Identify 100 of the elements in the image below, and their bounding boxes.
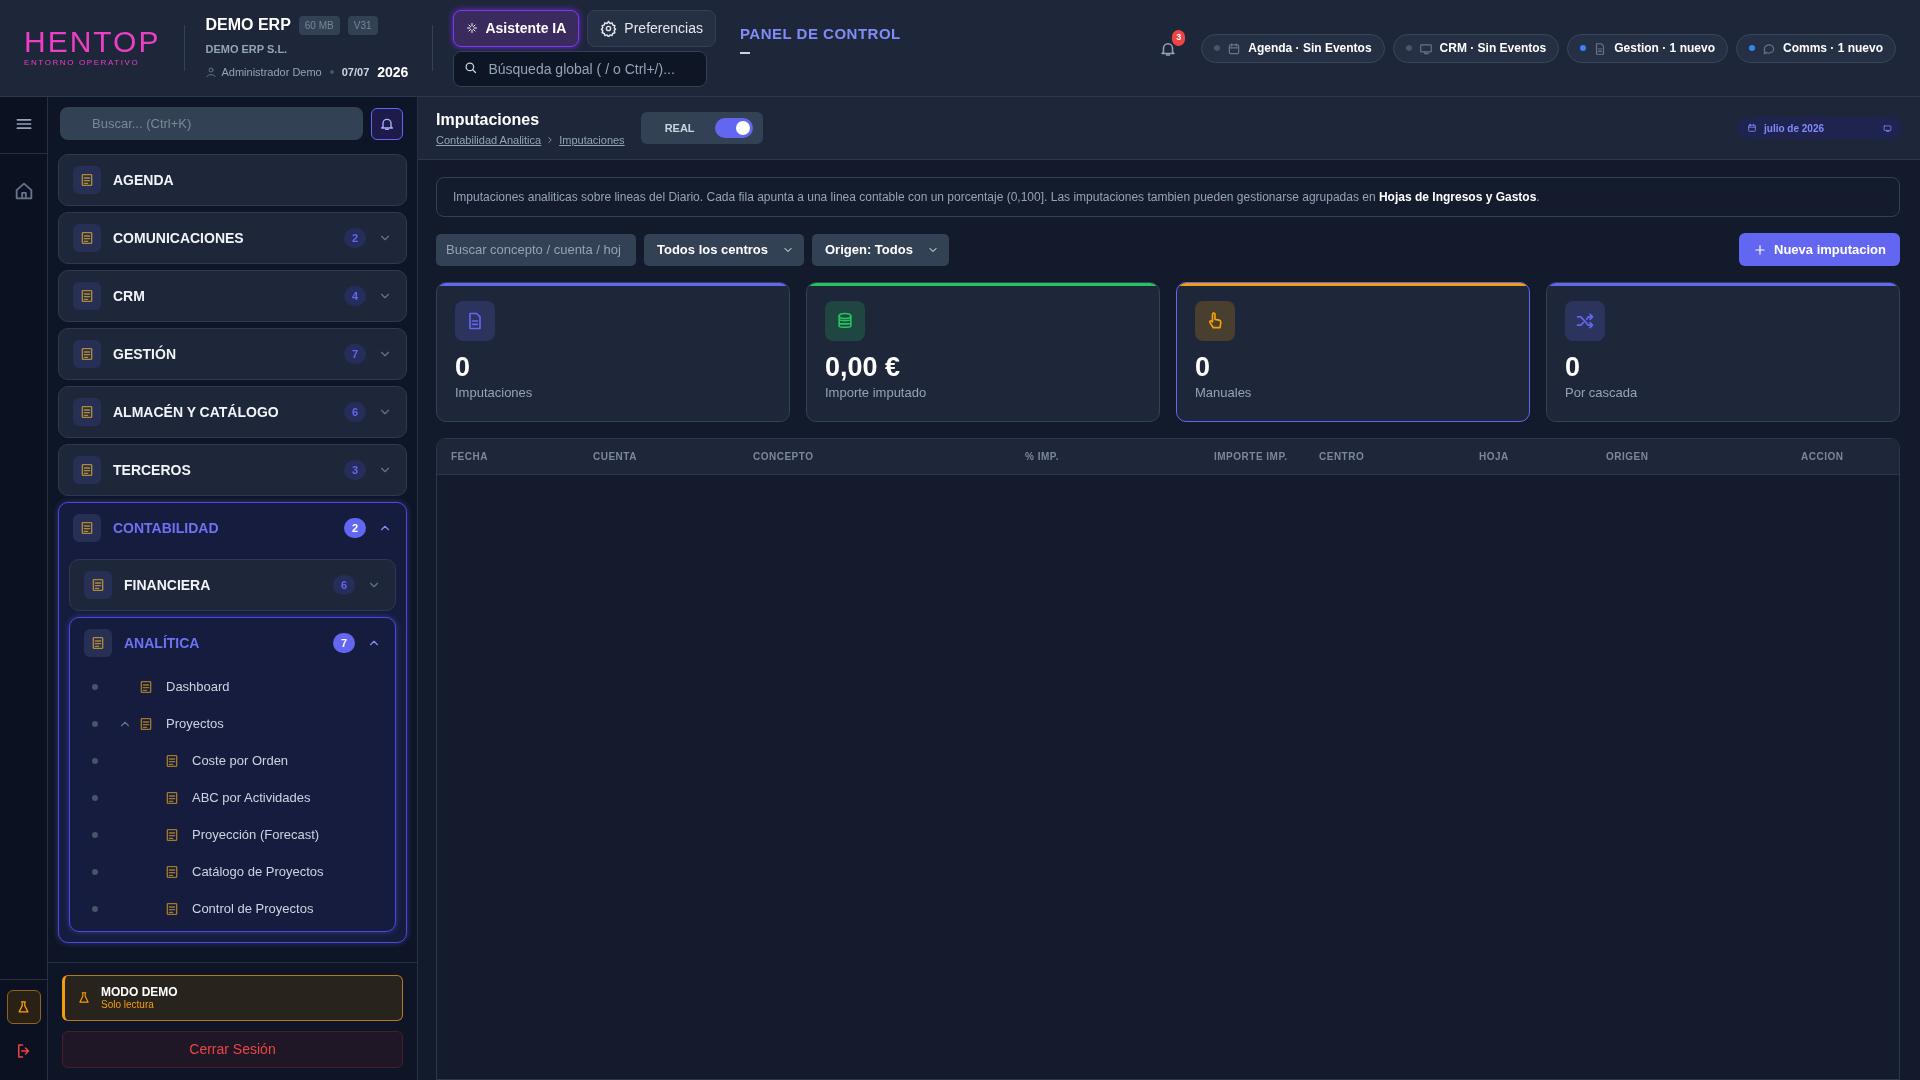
sidebar-link[interactable]: Catálogo de Proyectos: [70, 853, 395, 890]
logo: HENTOP ENTORNO OPERATIVO: [24, 27, 161, 69]
sidebar-section[interactable]: GESTIÓN 7: [59, 329, 406, 379]
module-icon: [79, 230, 95, 246]
status-label: Agenda · Sin Eventos: [1248, 40, 1372, 57]
alerts-button[interactable]: [371, 107, 403, 140]
column-header[interactable]: HOJA: [1479, 449, 1606, 464]
filter-select[interactable]: Origen: Todos: [812, 233, 949, 266]
sidebar-section[interactable]: ANALÍTICA 7: [70, 618, 395, 668]
column-header[interactable]: CUENTA: [593, 449, 753, 464]
status-pill[interactable]: Agenda · Sin Eventos: [1201, 33, 1385, 63]
date-text: 07/07: [341, 65, 370, 80]
sidebar-link[interactable]: Proyección (Forecast): [70, 816, 395, 853]
sidebar-search-field[interactable]: Buscar... (Ctrl+K): [60, 107, 363, 140]
mode-toggle[interactable]: REAL: [640, 112, 763, 144]
coins-icon: [835, 311, 855, 331]
separator-dot: [329, 70, 334, 75]
column-header[interactable]: FECHA: [451, 449, 593, 464]
sidebar-link[interactable]: ABC por Actividades: [70, 779, 395, 816]
module-icon: [79, 288, 95, 304]
info-message: Imputaciones analiticas sobre lineas del Diario. Cada fila apunta a una linea contable con un porcentaje (0,100]. Las imputaciones tambien pueden gestionarse agrupadas en Hojas de Ingresos y Gastos.: [436, 177, 1900, 217]
stat-value: 0: [1195, 351, 1212, 384]
demo-mode-button[interactable]: [6, 990, 41, 1024]
assistant-button[interactable]: Asistente IA: [453, 9, 580, 47]
section-label: AGENDA: [113, 170, 175, 190]
count-badge: 7: [333, 633, 355, 653]
module-icon: [164, 790, 180, 807]
count-badge: 6: [333, 575, 355, 595]
section-label: COMUNICACIONES: [113, 228, 245, 248]
link-label: Proyectos: [166, 714, 224, 733]
sidebar-section[interactable]: FINANCIERA 6: [70, 560, 395, 610]
sparkle-icon: [466, 22, 479, 34]
calendar-icon: [1227, 41, 1242, 56]
column-header[interactable]: IMPORTE IMP.: [1214, 449, 1319, 464]
sidebar-link[interactable]: Dashboard: [70, 668, 395, 705]
status-pill[interactable]: Comms · 1 nuevo: [1735, 33, 1896, 63]
column-header[interactable]: CONCEPTO: [753, 449, 1025, 464]
sidebar-link[interactable]: Coste por Orden: [70, 742, 395, 779]
panel-link[interactable]: PANEL DE CONTROL: [739, 25, 901, 42]
flask-icon: [16, 999, 31, 1015]
module-icon: [138, 716, 154, 733]
status-pill[interactable]: Gestion · 1 nuevo: [1567, 33, 1728, 63]
shuffle-icon: [1575, 311, 1595, 331]
module-icon: [164, 753, 180, 770]
count-badge: 3: [344, 460, 366, 480]
user-name: Administrador Demo: [221, 65, 322, 80]
section-label: ANALÍTICA: [124, 633, 201, 653]
info-badge: 60 MB: [298, 15, 340, 35]
status-pill[interactable]: CRM · Sin Eventos: [1392, 33, 1560, 63]
module-icon: [79, 462, 95, 478]
sidebar-section[interactable]: CRM 4: [59, 271, 406, 321]
global-search-field[interactable]: Búsqueda global ( / o Ctrl+/)...: [453, 50, 708, 87]
stat-label: Importe imputado: [825, 384, 928, 403]
sidebar-section[interactable]: ALMACÉN Y CATÁLOGO 6: [59, 387, 406, 437]
link-label: Catálogo de Proyectos: [192, 862, 324, 881]
page-title: Imputaciones: [436, 109, 541, 130]
link-label: Control de Proyectos: [192, 899, 314, 918]
demo-title: MODO DEMO: [101, 985, 178, 1000]
module-icon: [79, 520, 95, 536]
section-label: CRM: [113, 286, 146, 306]
sidebar-link[interactable]: Proyectos: [70, 705, 395, 742]
plus-icon: [1753, 242, 1768, 257]
column-header[interactable]: CENTRO: [1319, 449, 1479, 464]
stat-value: 0,00 €: [825, 351, 902, 384]
status-label: Gestion · 1 nuevo: [1614, 40, 1715, 57]
logout-button[interactable]: Cerrar Sesión: [62, 1031, 403, 1068]
link-label: Proyección (Forecast): [192, 825, 320, 844]
company-name: DEMO ERP: [205, 15, 291, 36]
sidebar-section[interactable]: AGENDA: [59, 155, 406, 205]
module-icon: [138, 679, 154, 696]
filter-select[interactable]: Todos los centros: [644, 233, 804, 266]
sidebar-link[interactable]: Control de Proyectos: [70, 890, 395, 927]
sidebar-section[interactable]: CONTABILIDAD 2: [59, 503, 406, 553]
breadcrumb-link[interactable]: Imputaciones: [559, 131, 625, 149]
column-header[interactable]: ORIGEN: [1606, 449, 1801, 464]
module-icon: [79, 346, 95, 362]
count-badge: 6: [344, 402, 366, 422]
calendar-icon: [1747, 123, 1757, 133]
module-icon: [79, 404, 95, 420]
sidebar-section[interactable]: COMUNICACIONES 2: [59, 213, 406, 263]
info-badge: V31: [347, 15, 378, 35]
column-header[interactable]: % IMP.: [1025, 449, 1214, 464]
module-icon: [90, 577, 106, 593]
section-label: FINANCIERA: [124, 575, 212, 595]
search-field[interactable]: Buscar concepto / cuenta / hoj: [436, 233, 636, 266]
column-header[interactable]: ACCION: [1801, 449, 1899, 464]
count-badge: 2: [344, 228, 366, 248]
company-legal-name: DEMO ERP S.L.: [205, 42, 289, 58]
stat-label: Por cascada: [1565, 384, 1639, 403]
notification-badge: 3: [1172, 30, 1186, 46]
sidebar-section[interactable]: TERCEROS 3: [59, 445, 406, 495]
breadcrumb-link[interactable]: Contabilidad Analitica: [436, 131, 542, 149]
module-icon: [164, 864, 180, 881]
stat-label: Imputaciones: [455, 384, 534, 403]
module-icon: [90, 635, 106, 651]
status-label: Comms · 1 nuevo: [1782, 40, 1883, 57]
new-imputation-button[interactable]: Nueva imputacion: [1739, 233, 1900, 266]
period-field[interactable]: julio de 2026: [1737, 117, 1902, 139]
preferences-button[interactable]: Preferencias: [587, 9, 716, 47]
module-icon: [79, 172, 95, 188]
